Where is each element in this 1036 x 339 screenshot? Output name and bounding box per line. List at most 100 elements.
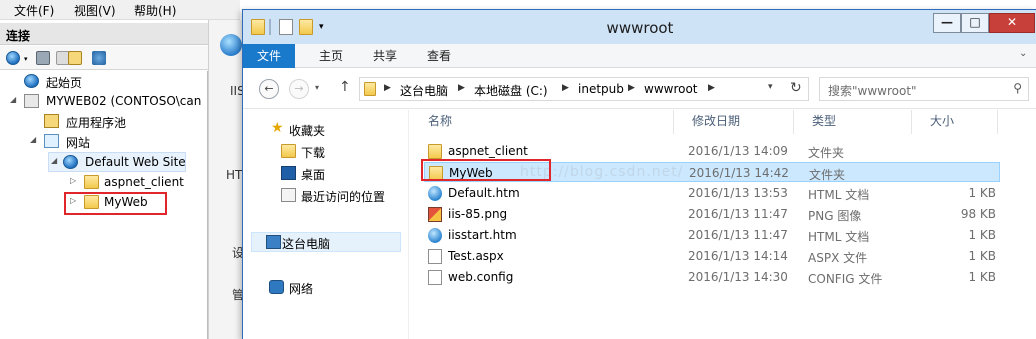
file-row[interactable]: iis-85.png 2016/1/13 11:47 PNG 图像 98 KB <box>424 204 1000 224</box>
tree-sites[interactable]: ◢ 网站 <box>30 132 200 152</box>
menu-view[interactable]: 视图(V) <box>74 2 116 19</box>
back-button[interactable]: ← <box>259 79 279 99</box>
file-name: iis-85.png <box>448 207 508 221</box>
nav-this-pc[interactable]: 这台电脑 <box>251 232 401 252</box>
nav-network-label: 网络 <box>289 282 314 296</box>
file-row[interactable]: aspnet_client 2016/1/13 14:09 文件夹 <box>424 141 1000 161</box>
nav-network[interactable]: 网络 <box>255 278 405 298</box>
tree-app-pools[interactable]: 应用程序池 <box>30 112 200 132</box>
breadcrumb-inetpub[interactable]: inetpub <box>578 82 624 96</box>
address-box[interactable]: ▶ 这台电脑 ▶ 本地磁盘 (C:) ▶ inetpub ▶ wwwroot ▶… <box>359 77 809 101</box>
menu-file[interactable]: 文件(F) <box>14 2 54 19</box>
tree-server[interactable]: ◢ MYWEB02 (CONTOSO\can <box>10 92 208 112</box>
column-type[interactable]: 类型 <box>794 110 912 134</box>
expand-arrow-icon[interactable]: ▷ <box>70 176 76 185</box>
close-button[interactable]: ✕ <box>989 13 1035 33</box>
breadcrumb-separator-icon[interactable]: ▶ <box>708 83 715 93</box>
breadcrumb-separator-icon[interactable]: ▶ <box>628 83 635 93</box>
column-date-modified[interactable]: 修改日期 <box>674 110 794 134</box>
collapse-arrow-icon[interactable]: ◢ <box>51 156 57 165</box>
nav-downloads-label: 下载 <box>301 146 326 160</box>
dropdown-arrow-icon[interactable]: ▾ <box>24 55 30 63</box>
collapse-arrow-icon[interactable]: ◢ <box>10 95 16 104</box>
minimize-button[interactable]: — <box>933 13 961 33</box>
address-dropdown-icon[interactable]: ▾ <box>768 82 773 92</box>
nav-desktop[interactable]: 桌面 <box>255 164 405 184</box>
sites-icon <box>44 134 59 148</box>
start-page-icon <box>24 74 39 88</box>
iis-menubar: 文件(F) 视图(V) 帮助(H) <box>0 0 240 20</box>
tab-home[interactable]: 主页 <box>305 44 357 68</box>
aspx-file-icon <box>428 249 442 264</box>
up-arrow-icon[interactable]: ↑ <box>339 79 351 95</box>
tree-aspnet-client[interactable]: ▷ aspnet_client <box>68 173 198 193</box>
file-row[interactable]: Default.htm 2016/1/13 13:53 HTML 文档 1 KB <box>424 183 1000 203</box>
file-row[interactable]: web.config 2016/1/13 14:30 CONFIG 文件 1 K… <box>424 267 1000 287</box>
up-level-icon[interactable] <box>68 51 82 65</box>
folder-icon <box>84 175 99 189</box>
file-name: iisstart.htm <box>448 228 517 242</box>
tree-start-page-label: 起始页 <box>46 76 83 90</box>
maximize-button[interactable]: □ <box>961 13 989 33</box>
file-date: 2016/1/13 14:42 <box>689 166 789 180</box>
file-row-selected[interactable]: MyWeb 2016/1/13 14:42 文件夹 <box>424 162 1000 182</box>
connections-tree: 起始页 ◢ MYWEB02 (CONTOSO\can 应用程序池 ◢ 网站 ◢ … <box>0 71 208 339</box>
tab-share[interactable]: 共享 <box>359 44 411 68</box>
nav-desktop-label: 桌面 <box>301 168 326 182</box>
nav-this-pc-label: 这台电脑 <box>282 237 331 251</box>
connections-header: 连接 <box>0 23 208 45</box>
config-file-icon <box>428 270 442 285</box>
file-name: MyWeb <box>449 166 493 180</box>
file-size: 98 KB <box>960 207 996 221</box>
breadcrumb-separator-icon[interactable]: ▶ <box>562 83 569 93</box>
tree-default-web-site[interactable]: ◢ Default Web Site <box>48 152 186 172</box>
file-date: 2016/1/13 11:47 <box>688 207 788 221</box>
connect-globe-icon[interactable] <box>6 51 20 65</box>
file-row[interactable]: iisstart.htm 2016/1/13 11:47 HTML 文档 1 K… <box>424 225 1000 245</box>
nav-downloads[interactable]: 下载 <box>255 142 405 162</box>
refresh-icon[interactable]: ↻ <box>790 80 802 96</box>
collapse-arrow-icon[interactable]: ◢ <box>30 135 36 144</box>
nav-recent[interactable]: 最近访问的位置 <box>255 186 405 206</box>
file-size: 1 KB <box>968 228 996 242</box>
forward-button[interactable]: → <box>289 79 309 99</box>
file-type: 文件夹 <box>808 146 845 160</box>
expand-arrow-icon[interactable]: ▷ <box>70 196 76 205</box>
file-list: 名称 修改日期 类型 大小 aspnet_client 2016/1/13 14… <box>410 110 1036 339</box>
breadcrumb-wwwroot[interactable]: wwwroot <box>644 82 698 96</box>
window-title: wwwroot <box>606 19 674 37</box>
tree-app-pools-label: 应用程序池 <box>66 116 127 130</box>
search-icon[interactable]: ⚲ <box>1013 81 1022 95</box>
file-type: CONFIG 文件 <box>808 272 883 286</box>
breadcrumb-this-pc[interactable]: 这台电脑 <box>400 82 448 99</box>
nav-recent-label: 最近访问的位置 <box>301 190 386 204</box>
tab-view[interactable]: 查看 <box>413 44 465 68</box>
breadcrumb-local-disk[interactable]: 本地磁盘 (C:) <box>474 82 548 99</box>
folder-icon <box>364 82 376 96</box>
file-date: 2016/1/13 11:47 <box>688 228 788 242</box>
nav-favorites[interactable]: ★ 收藏夹 <box>255 120 405 140</box>
breadcrumb-separator-icon[interactable]: ▶ <box>384 83 391 93</box>
html-file-icon <box>428 228 442 243</box>
file-name: Test.aspx <box>448 249 504 263</box>
file-row[interactable]: Test.aspx 2016/1/13 14:14 ASPX 文件 1 KB <box>424 246 1000 266</box>
tab-file[interactable]: 文件 <box>243 44 295 68</box>
website-globe-icon <box>63 155 78 169</box>
recent-locations-icon[interactable]: ▾ <box>315 83 319 92</box>
search-box[interactable]: 搜索"wwwroot" ⚲ <box>819 77 1029 101</box>
recent-places-icon <box>281 188 296 202</box>
html-file-icon <box>428 186 442 201</box>
save-icon[interactable] <box>36 51 50 65</box>
search-placeholder: 搜索"wwwroot" <box>828 84 917 98</box>
column-size[interactable]: 大小 <box>912 110 998 134</box>
breadcrumb-separator-icon[interactable]: ▶ <box>458 83 465 93</box>
explorer-titlebar[interactable]: ▾ wwwroot — □ ✕ <box>243 10 1036 44</box>
column-name[interactable]: 名称 <box>410 110 674 134</box>
delete-connection-icon[interactable] <box>92 51 106 65</box>
menu-help[interactable]: 帮助(H) <box>134 2 176 19</box>
tree-start-page[interactable]: 起始页 <box>20 72 200 92</box>
iis-content-globe-icon <box>220 34 242 56</box>
ribbon-expand-icon[interactable]: ⌄ <box>1019 48 1027 59</box>
address-bar-row: ← → ▾ ↑ ▶ 这台电脑 ▶ 本地磁盘 (C:) ▶ inetpub ▶ w… <box>243 69 1036 109</box>
tree-myweb[interactable]: ▷ MyWeb <box>68 193 164 213</box>
